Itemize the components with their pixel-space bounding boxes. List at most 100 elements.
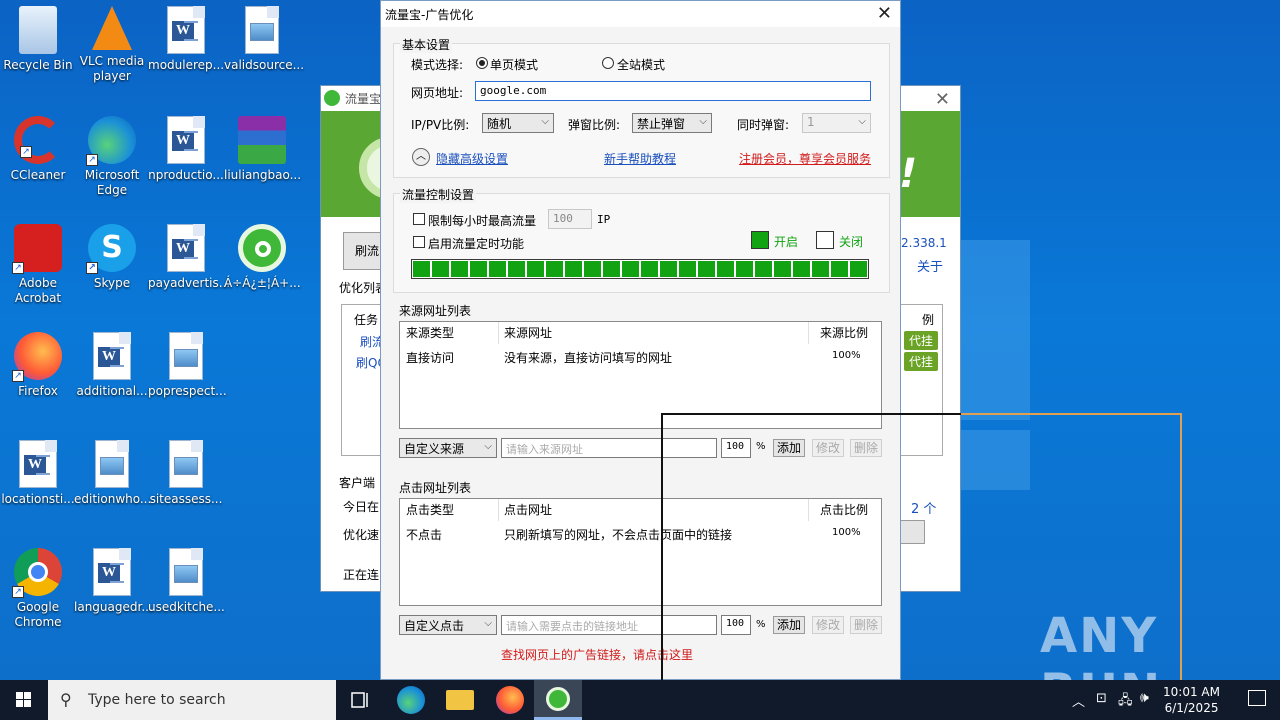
desktop-icon-edge[interactable]: ↗ Microsoft Edge bbox=[74, 110, 150, 198]
mode-single-radio[interactable] bbox=[476, 57, 488, 69]
desktop-icon-google-chrome[interactable]: ↗ Google Chrome bbox=[0, 542, 76, 630]
desktop-icon-recycle-bin[interactable]: Recycle Bin bbox=[0, 0, 76, 73]
collapse-icon[interactable]: ︿ bbox=[412, 148, 430, 166]
click-pct-input[interactable]: 100 bbox=[721, 615, 751, 635]
network-icon[interactable]: 🖧 bbox=[1118, 691, 1133, 713]
hourly-schedule-bar[interactable] bbox=[411, 259, 869, 279]
desktop-icon-liuliangbao[interactable]: liuliangbao... bbox=[224, 110, 301, 183]
bg-window-close-icon[interactable]: ✕ bbox=[935, 89, 950, 110]
hour-segment[interactable] bbox=[413, 261, 430, 277]
desktop-icon-modulerep[interactable]: W modulerep... bbox=[148, 0, 224, 73]
volume-icon[interactable]: 🕪 bbox=[1140, 690, 1149, 706]
hour-segment[interactable] bbox=[641, 261, 658, 277]
concurrent-select[interactable]: 1 ⌵ bbox=[802, 113, 871, 133]
source-delete-button[interactable]: 删除 bbox=[850, 439, 882, 457]
ippv-select[interactable]: 随机 ⌵ bbox=[482, 113, 554, 133]
desktop-icon-adobe-acrobat[interactable]: ↗ Adobe Acrobat bbox=[0, 218, 76, 306]
click-edit-button[interactable]: 修改 bbox=[812, 616, 844, 634]
desktop-icon-editionwho[interactable]: editionwho... bbox=[74, 434, 151, 507]
proxy-tag[interactable]: 代挂 bbox=[904, 331, 939, 350]
hour-segment[interactable] bbox=[603, 261, 620, 277]
proxy-tag[interactable]: 代挂 bbox=[904, 352, 939, 371]
hour-segment[interactable] bbox=[432, 261, 449, 277]
source-url-input[interactable]: 请输入来源网址 bbox=[501, 438, 717, 458]
desktop-icon-vlc[interactable]: VLC media player bbox=[74, 0, 150, 84]
source-type-select[interactable]: 自定义来源 ⌵ bbox=[399, 438, 497, 458]
desktop-icon-ccleaner[interactable]: ↗ CCleaner bbox=[0, 110, 76, 183]
desktop-icon-usedkitche[interactable]: usedkitche... bbox=[148, 542, 225, 615]
find-ad-link[interactable]: 查找网页上的广告链接，请点击这里 bbox=[501, 646, 693, 663]
firefox-taskbar-icon[interactable] bbox=[496, 686, 524, 714]
chevron-up-icon[interactable]: ︿ bbox=[1072, 691, 1085, 710]
taskbar-search-box[interactable]: ⚲ Type here to search bbox=[48, 680, 336, 720]
timer-label[interactable]: 启用流量定时功能 bbox=[428, 235, 524, 252]
mode-single-label[interactable]: 单页模式 bbox=[490, 56, 538, 73]
hide-advanced-link[interactable]: 隐藏高级设置 bbox=[436, 150, 508, 167]
off-indicator[interactable] bbox=[816, 231, 834, 249]
device-icon[interactable]: ⊡ bbox=[1096, 691, 1107, 706]
about-link[interactable]: 关于 bbox=[917, 256, 943, 275]
source-pct-input[interactable]: 100 bbox=[721, 438, 751, 458]
timer-checkbox[interactable] bbox=[413, 236, 425, 248]
hour-segment[interactable] bbox=[774, 261, 791, 277]
hour-segment[interactable] bbox=[527, 261, 544, 277]
hour-segment[interactable] bbox=[717, 261, 734, 277]
popup-select[interactable]: 禁止弹窗 ⌵ bbox=[632, 113, 712, 133]
limit-value-input[interactable]: 100 bbox=[548, 209, 592, 229]
desktop-icon-locationsti[interactable]: W locationsti... bbox=[0, 434, 76, 507]
source-row-url[interactable]: 没有来源，直接访问填写的网址 bbox=[504, 349, 672, 366]
click-add-button[interactable]: 添加 bbox=[773, 616, 805, 634]
file-explorer-icon[interactable] bbox=[446, 690, 474, 710]
desktop-icon-firefox[interactable]: ↗ Firefox bbox=[0, 326, 76, 399]
hour-segment[interactable] bbox=[660, 261, 677, 277]
click-url-table[interactable]: 点击类型 点击网址 点击比例 不点击 只刷新填写的网址，不会点击页面中的链接 1… bbox=[399, 498, 882, 606]
hour-segment[interactable] bbox=[451, 261, 468, 277]
hour-segment[interactable] bbox=[698, 261, 715, 277]
hour-segment[interactable] bbox=[489, 261, 506, 277]
desktop-icon-skype[interactable]: S ↗ Skype bbox=[74, 218, 150, 291]
hour-segment[interactable] bbox=[736, 261, 753, 277]
hour-segment[interactable] bbox=[508, 261, 525, 277]
click-row-url[interactable]: 只刷新填写的网址，不会点击页面中的链接 bbox=[504, 526, 732, 543]
hour-segment[interactable] bbox=[793, 261, 810, 277]
click-type-select[interactable]: 自定义点击 ⌵ bbox=[399, 615, 497, 635]
limit-hourly-checkbox[interactable] bbox=[413, 213, 425, 225]
desktop-icon-payadvertis[interactable]: W payadvertis... bbox=[148, 218, 230, 291]
desktop-icon-validsource[interactable]: validsource... bbox=[224, 0, 304, 73]
click-row-ratio[interactable]: 100% bbox=[832, 527, 861, 538]
limit-hourly-label[interactable]: 限制每小时最高流量 bbox=[428, 212, 536, 229]
task-view-icon[interactable] bbox=[346, 686, 374, 714]
liuliangbao-taskbar-button[interactable] bbox=[534, 680, 582, 720]
source-edit-button[interactable]: 修改 bbox=[812, 439, 844, 457]
dialog-close-icon[interactable]: ✕ bbox=[877, 3, 892, 24]
hour-segment[interactable] bbox=[831, 261, 848, 277]
off-label[interactable]: 关闭 bbox=[839, 233, 863, 250]
click-delete-button[interactable]: 删除 bbox=[850, 616, 882, 634]
on-label[interactable]: 开启 bbox=[774, 233, 798, 250]
click-url-input[interactable]: 请输入需要点击的链接地址 bbox=[501, 615, 717, 635]
register-member-link[interactable]: 注册会员，尊享会员服务 bbox=[739, 150, 871, 167]
mode-site-label[interactable]: 全站模式 bbox=[617, 56, 665, 73]
desktop-icon-poprespect[interactable]: poprespect... bbox=[148, 326, 227, 399]
hour-segment[interactable] bbox=[565, 261, 582, 277]
taskbar-clock[interactable]: 10:01 AM 6/1/2025 bbox=[1163, 684, 1220, 716]
desktop-icon-additional[interactable]: W additional... bbox=[74, 326, 150, 399]
hour-segment[interactable] bbox=[679, 261, 696, 277]
hour-segment[interactable] bbox=[546, 261, 563, 277]
dialog-titlebar[interactable]: 流量宝-广告优化 bbox=[381, 1, 900, 27]
hour-segment[interactable] bbox=[622, 261, 639, 277]
source-add-button[interactable]: 添加 bbox=[773, 439, 805, 457]
hour-segment[interactable] bbox=[755, 261, 772, 277]
click-row-type[interactable]: 不点击 bbox=[406, 526, 442, 543]
help-tutorial-link[interactable]: 新手帮助教程 bbox=[604, 150, 676, 167]
hour-segment[interactable] bbox=[584, 261, 601, 277]
mode-site-radio[interactable] bbox=[602, 57, 614, 69]
desktop-icon-liuliangbao-app[interactable]: Á÷Á¿±¦Á+... bbox=[224, 218, 301, 291]
hour-segment[interactable] bbox=[850, 261, 867, 277]
source-row-ratio[interactable]: 100% bbox=[832, 350, 861, 361]
source-row-type[interactable]: 直接访问 bbox=[406, 349, 454, 366]
ad-optimize-dialog[interactable]: 流量宝-广告优化 ✕ 基本设置 模式选择: 单页模式 全站模式 网页地址: go… bbox=[380, 0, 901, 680]
edge-taskbar-icon[interactable] bbox=[397, 686, 425, 714]
desktop-icon-nproductio[interactable]: W nproductio... bbox=[148, 110, 224, 183]
hour-segment[interactable] bbox=[470, 261, 487, 277]
